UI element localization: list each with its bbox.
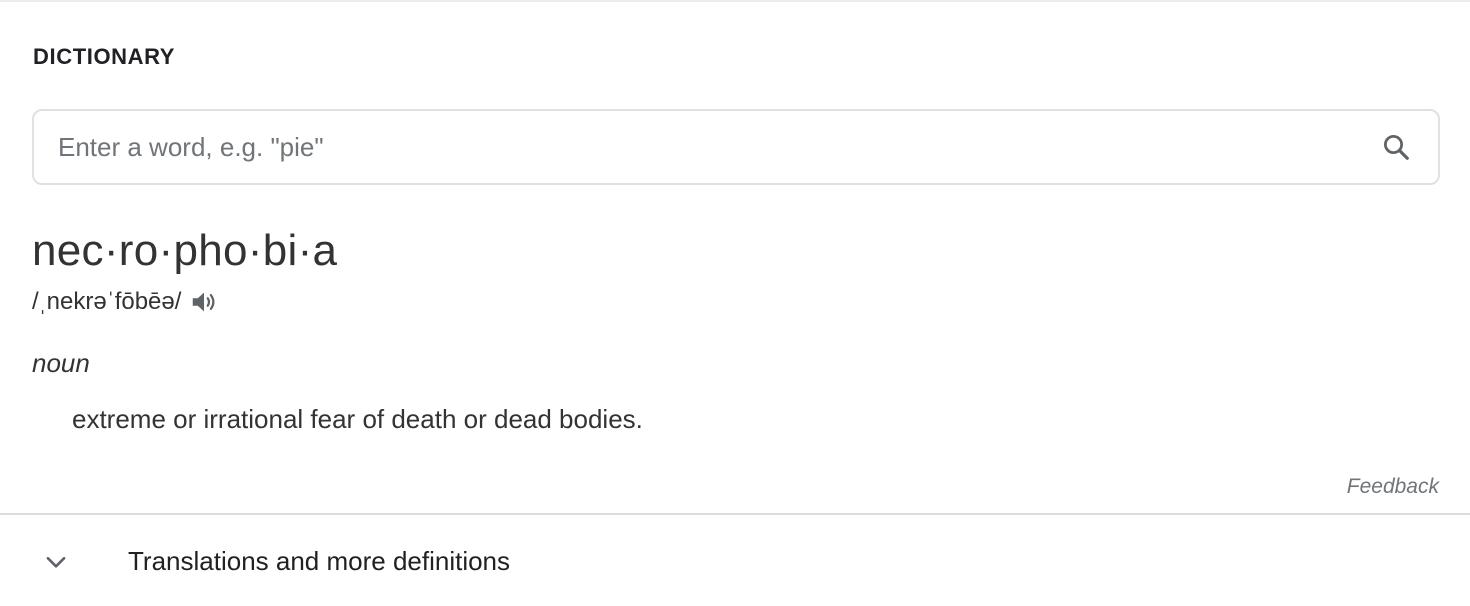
headword: nec·ro·pho·bi·a	[32, 226, 338, 275]
pronunciation-row: /ˌnekrəˈfōbēə/	[32, 286, 221, 318]
dictionary-card: DICTIONARY nec·ro·pho·bi·a /ˌnekrəˈfōbēə…	[0, 0, 1470, 606]
feedback-link[interactable]: Feedback	[1347, 475, 1439, 499]
more-definitions-label: Translations and more definitions	[128, 546, 511, 576]
part-of-speech: noun	[32, 348, 90, 378]
pronunciation: /ˌnekrəˈfōbēə/	[32, 288, 182, 315]
search-box[interactable]	[32, 109, 1440, 185]
speaker-icon[interactable]	[189, 286, 221, 318]
more-definitions-expander[interactable]: Translations and more definitions	[0, 515, 1470, 606]
chevron-down-icon	[42, 548, 70, 576]
search-input[interactable]	[34, 111, 1380, 183]
definition: extreme or irrational fear of death or d…	[72, 404, 643, 434]
search-icon[interactable]	[1380, 131, 1412, 163]
section-title: DICTIONARY	[33, 44, 176, 69]
